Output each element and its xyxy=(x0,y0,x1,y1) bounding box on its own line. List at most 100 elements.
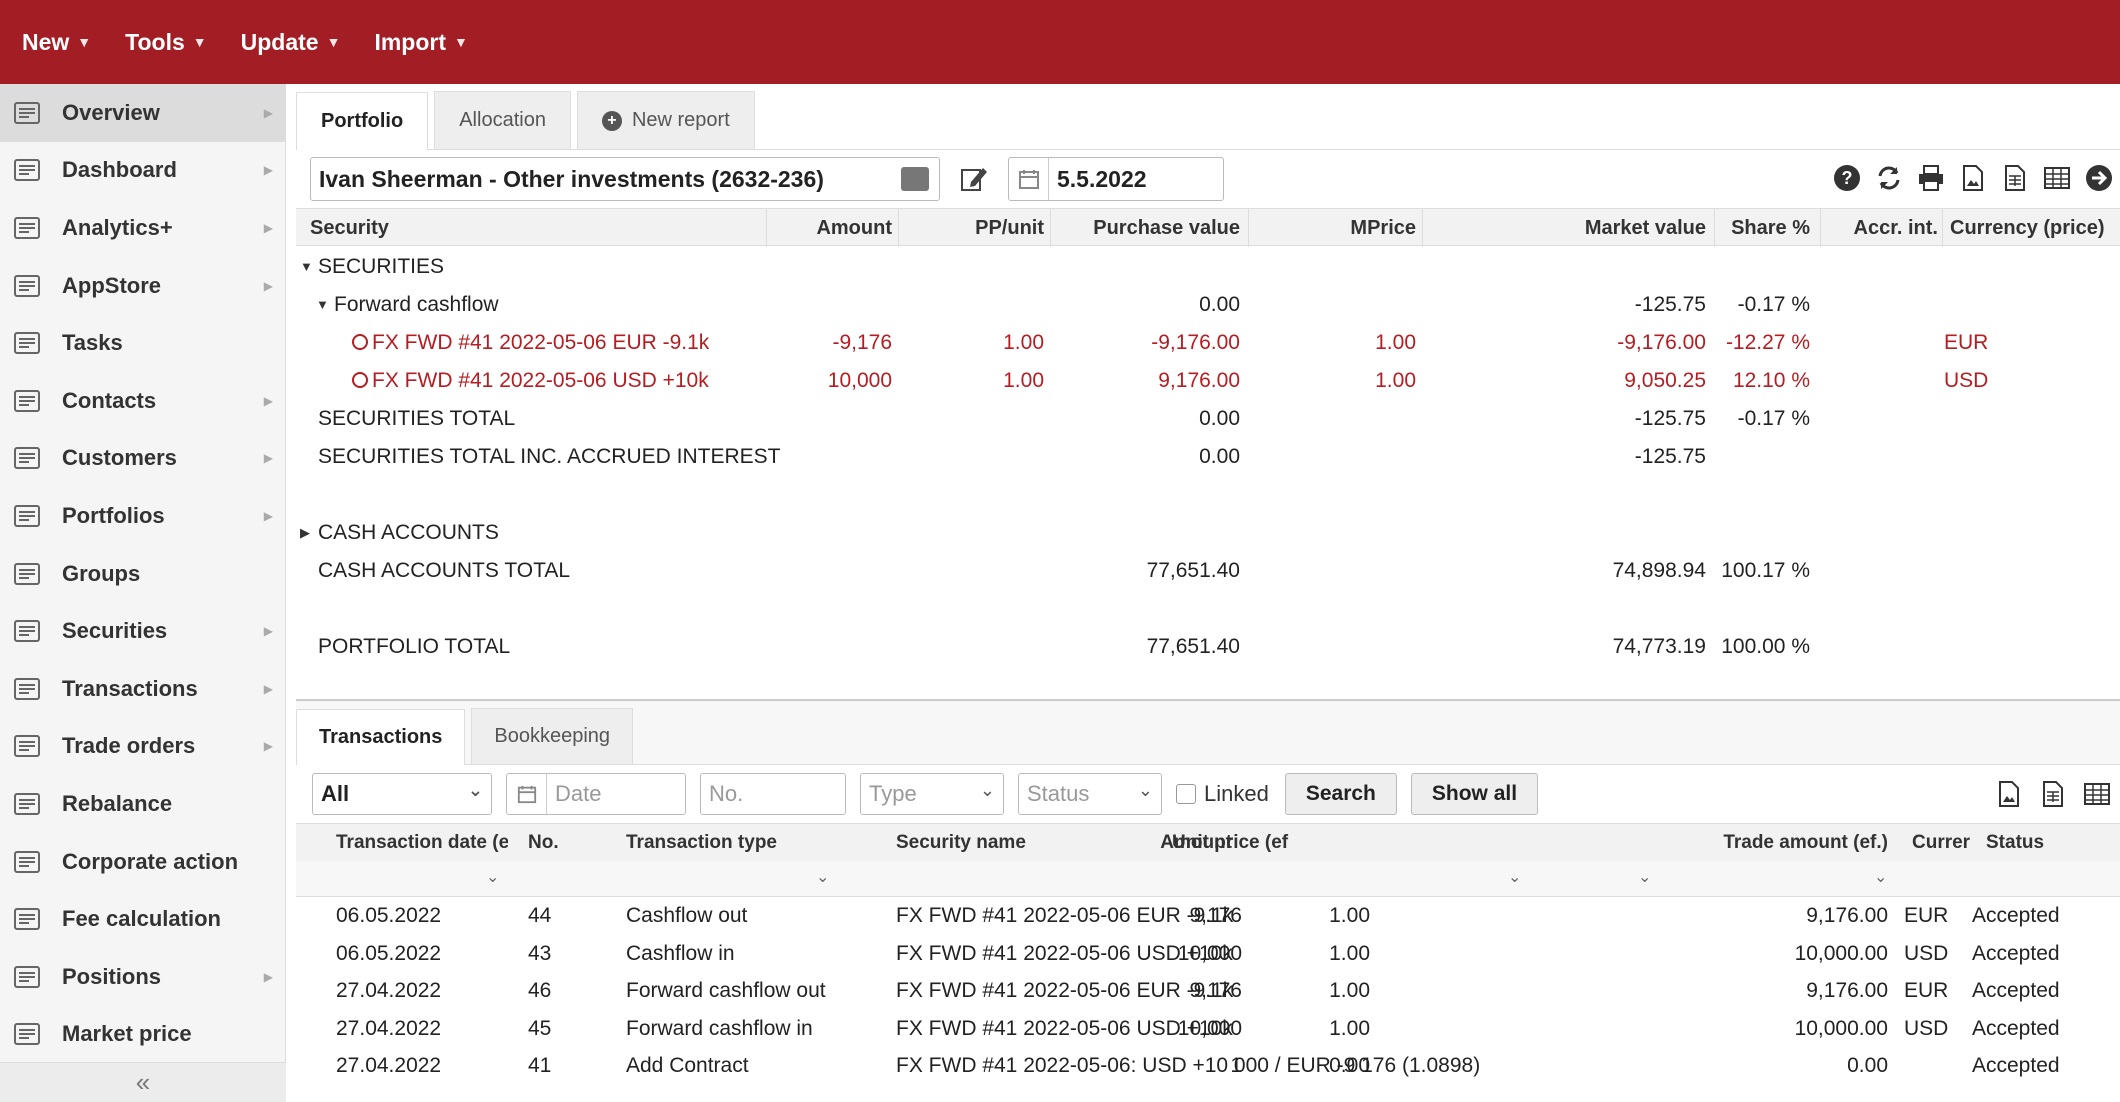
table-icon[interactable] xyxy=(2082,779,2112,809)
col-purchase-value[interactable]: Purchase value xyxy=(1093,217,1240,240)
checkbox-box[interactable] xyxy=(1176,784,1196,804)
linked-checkbox[interactable]: Linked xyxy=(1176,781,1269,807)
portfolio-row[interactable]: FX FWD #41 2022-05-06 EUR -9.1k -9,176 1.0… xyxy=(296,324,2120,362)
sidebar-item-trade-orders[interactable]: Trade orders ▶ xyxy=(0,718,285,776)
sidebar-item-analytics[interactable]: Analytics+ ▶ xyxy=(0,199,285,257)
col-currency-price[interactable]: Currency (price) xyxy=(1950,217,2105,240)
menu-new[interactable]: New ▼ xyxy=(22,29,91,56)
col-amount[interactable]: Amount xyxy=(816,217,892,240)
chevron-down-icon[interactable]: ⌄ xyxy=(816,867,829,887)
sidebar-item-dashboard[interactable]: Dashboard ▶ xyxy=(0,142,285,200)
col-security-name[interactable]: Security name xyxy=(896,832,1026,854)
show-all-button[interactable]: Show all xyxy=(1410,773,1539,815)
portfolio-selector[interactable]: Ivan Sheerman - Other investments (2632-… xyxy=(310,157,940,201)
security-name: SECURITIES xyxy=(318,255,445,278)
report-date-value: 5.5.2022 xyxy=(1057,165,1147,192)
sidebar-item-rebalance[interactable]: Rebalance xyxy=(0,775,285,833)
export-image-icon[interactable] xyxy=(1958,163,1988,193)
sidebar-item-overview[interactable]: Overview ▶ xyxy=(0,84,285,142)
menu-import[interactable]: Import ▼ xyxy=(374,29,467,56)
col-trade-amount[interactable]: Trade amount (ef.) xyxy=(1723,832,1888,854)
cart-icon xyxy=(12,731,42,761)
tab-new-report[interactable]: + New report xyxy=(576,91,755,149)
tab-bookkeeping[interactable]: Bookkeeping xyxy=(471,708,634,764)
collapse-sidebar-button[interactable]: « xyxy=(0,1062,286,1102)
chevron-down-icon[interactable]: ⌄ xyxy=(486,867,499,887)
report-tabs: Portfolio Allocation + New report xyxy=(296,84,2120,150)
table-row[interactable]: 06.05.2022 44 Cashflow out FX FWD #41 2022-… xyxy=(296,897,2120,935)
col-no[interactable]: No. xyxy=(528,832,559,854)
sidebar-item-tasks[interactable]: Tasks xyxy=(0,314,285,372)
menu-update[interactable]: Update ▼ xyxy=(241,29,341,56)
col-currency[interactable]: Currer xyxy=(1912,832,1970,854)
calendar-icon[interactable] xyxy=(1009,158,1049,200)
expand-down-icon[interactable]: ▼ xyxy=(316,297,329,312)
col-share[interactable]: Share % xyxy=(1731,217,1810,240)
portfolio-row[interactable]: FX FWD #41 2022-05-06 USD +10k 10,000 1.00… xyxy=(296,362,2120,400)
sidebar-item-contacts[interactable]: Contacts ▶ xyxy=(0,372,285,430)
sidebar-item-market-price[interactable]: Market price xyxy=(0,1006,285,1064)
cell-type: Cashflow out xyxy=(626,904,748,927)
menu-new-label: New xyxy=(22,28,70,55)
export-spreadsheet-icon[interactable] xyxy=(2000,163,2030,193)
menu-tools[interactable]: Tools ▼ xyxy=(125,29,206,56)
tab-portfolio[interactable]: Portfolio xyxy=(296,92,429,150)
sidebar-item-positions[interactable]: Positions ▶ xyxy=(0,948,285,1006)
portfolio-row[interactable]: ▶ CASH ACCOUNTS xyxy=(296,514,2120,552)
expand-right-icon[interactable]: ▶ xyxy=(300,525,310,541)
col-accr-int[interactable]: Accr. int. xyxy=(1854,217,1938,240)
col-mprice[interactable]: MPrice xyxy=(1350,217,1416,240)
chevron-down-icon[interactable]: ⌄ xyxy=(1508,867,1521,887)
date-filter-input[interactable]: Date xyxy=(506,773,686,815)
search-button[interactable]: Search xyxy=(1284,773,1397,815)
expand-down-icon[interactable]: ▼ xyxy=(300,259,313,274)
col-unit-price[interactable]: Unit price (ef xyxy=(1172,832,1300,854)
chevron-down-icon[interactable]: ⌄ xyxy=(1874,867,1887,887)
table-row[interactable]: 27.04.2022 45 Forward cashflow in FX FWD #4… xyxy=(296,1010,2120,1048)
sidebar-item-customers[interactable]: Customers ▶ xyxy=(0,430,285,488)
col-pp-unit[interactable]: PP/unit xyxy=(975,217,1044,240)
type-select[interactable]: Type ⌄ xyxy=(860,773,1004,815)
sidebar-item-groups[interactable]: Groups xyxy=(0,545,285,603)
portfolio-row[interactable]: ▼ Forward cashflow 0.00 -125.75 -0.17 % xyxy=(296,286,2120,324)
export-image-icon[interactable] xyxy=(1994,779,2024,809)
export-spreadsheet-icon[interactable] xyxy=(2038,779,2068,809)
print-icon[interactable] xyxy=(1916,163,1946,193)
col-transaction-date[interactable]: Transaction date (ef xyxy=(336,832,508,854)
portfolio-row[interactable]: PORTFOLIO TOTAL 77,651.40 74,773.19 100.00 … xyxy=(296,628,2120,666)
report-date-field[interactable]: 5.5.2022 xyxy=(1008,157,1224,201)
portfolio-row[interactable]: SECURITIES TOTAL 0.00 -125.75 -0.17 % xyxy=(296,400,2120,438)
sidebar-item-fee-calculation[interactable]: Fee calculation xyxy=(0,890,285,948)
sidebar-item-corporate-action[interactable]: Corporate action xyxy=(0,833,285,891)
chevron-down-icon[interactable]: ⌄ xyxy=(1638,867,1651,887)
refresh-icon[interactable] xyxy=(1874,163,1904,193)
table-row[interactable]: 27.04.2022 41 Add Contract FX FWD #41 2022-… xyxy=(296,1047,2120,1085)
help-icon[interactable]: ? xyxy=(1832,163,1862,193)
status-select[interactable]: Status ⌄ xyxy=(1018,773,1162,815)
menu-import-label: Import xyxy=(374,28,447,55)
portfolio-row[interactable]: CASH ACCOUNTS TOTAL 77,651.40 74,898.94 100… xyxy=(296,552,2120,590)
sidebar-item-transactions[interactable]: Transactions ▶ xyxy=(0,660,285,718)
tab-transactions[interactable]: Transactions xyxy=(296,709,466,765)
scope-select[interactable]: All ⌄ xyxy=(312,773,492,815)
table-row[interactable]: 27.04.2022 46 Forward cashflow out FX FWD #… xyxy=(296,972,2120,1010)
sidebar-item-portfolios[interactable]: Portfolios ▶ xyxy=(0,487,285,545)
col-security[interactable]: Security xyxy=(310,217,389,240)
table-row[interactable]: 06.05.2022 43 Cashflow in FX FWD #41 2022-0… xyxy=(296,935,2120,973)
tab-allocation[interactable]: Allocation xyxy=(434,91,571,149)
portfolio-row[interactable]: SECURITIES TOTAL INC. ACCRUED INTEREST 0.… xyxy=(296,438,2120,476)
portfolio-row[interactable]: ▼ SECURITIES xyxy=(296,248,2120,286)
chevron-right-icon: ▶ xyxy=(263,739,273,754)
sidebar-item-securities[interactable]: Securities ▶ xyxy=(0,602,285,660)
col-status[interactable]: Status xyxy=(1986,832,2044,854)
edit-icon[interactable] xyxy=(956,161,992,197)
calendar-icon[interactable] xyxy=(507,774,547,814)
portfolio-card-icon[interactable] xyxy=(901,167,929,191)
col-transaction-type[interactable]: Transaction type xyxy=(626,832,777,854)
chevron-down-icon: ▼ xyxy=(192,34,207,50)
col-market-value[interactable]: Market value xyxy=(1585,217,1706,240)
number-filter-input[interactable]: No. xyxy=(700,773,846,815)
table-icon[interactable] xyxy=(2042,163,2072,193)
sidebar-item-appstore[interactable]: AppStore ▶ xyxy=(0,257,285,315)
arrow-right-circle-icon[interactable] xyxy=(2084,163,2114,193)
